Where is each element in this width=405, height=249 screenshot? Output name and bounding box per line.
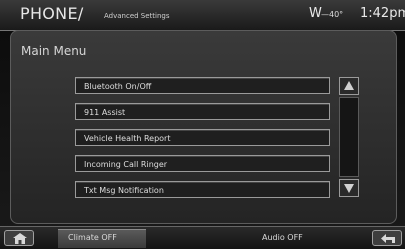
outside-temperature: —40° <box>321 10 344 19</box>
touchscreen: PHONE/ Advanced Settings W —40° 1:42pm M… <box>0 0 405 249</box>
back-icon <box>381 234 395 243</box>
compass-icon: W <box>309 6 322 21</box>
menu-item-911-assist[interactable]: 911 Assist <box>75 103 330 120</box>
audio-button[interactable]: Audio OFF <box>262 233 303 242</box>
scroll-track[interactable] <box>339 97 359 177</box>
menu-heading: Main Menu <box>21 44 87 58</box>
scroll-down-button[interactable] <box>339 179 359 197</box>
scroll-up-button[interactable] <box>339 77 359 95</box>
menu-item-vehicle-health-report[interactable]: Vehicle Health Report <box>75 129 330 146</box>
page-subtitle: Advanced Settings <box>104 12 170 20</box>
arrow-up-icon <box>344 81 354 91</box>
back-button[interactable] <box>372 230 402 246</box>
clock: 1:42pm <box>360 6 405 21</box>
home-button[interactable] <box>4 230 34 246</box>
climate-label: Climate OFF <box>68 233 117 242</box>
menu-item-txt-msg-notification[interactable]: Txt Msg Notification <box>75 181 330 198</box>
arrow-down-icon <box>344 183 354 193</box>
menu-item-bluetooth[interactable]: Bluetooth On/Off <box>75 77 330 94</box>
menu-item-incoming-call-ringer[interactable]: Incoming Call Ringer <box>75 155 330 172</box>
title-bar: PHONE/ Advanced Settings W —40° 1:42pm <box>0 0 405 31</box>
page-title: PHONE/ <box>20 4 84 23</box>
home-icon <box>13 233 27 244</box>
